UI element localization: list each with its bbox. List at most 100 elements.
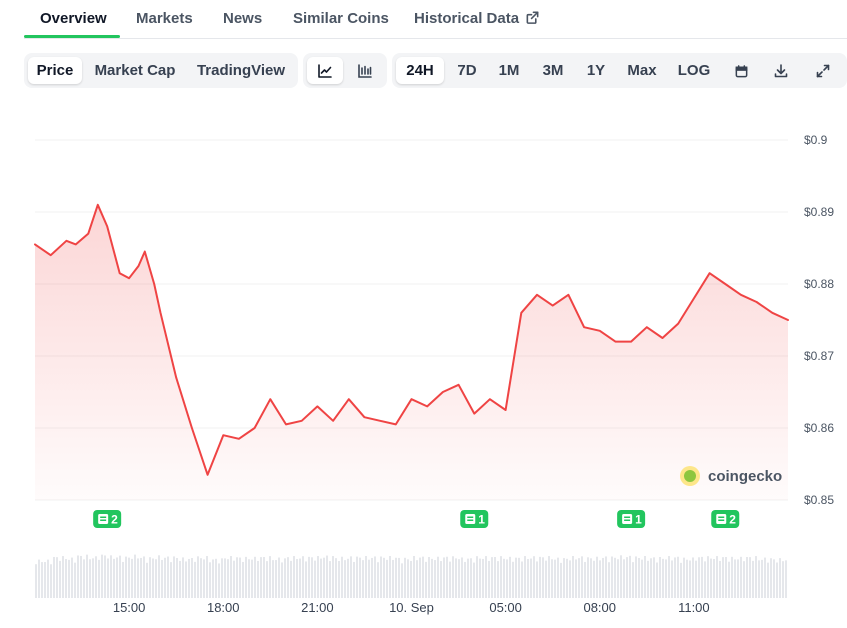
volume-bar	[353, 561, 355, 598]
date-range-button[interactable]	[725, 57, 757, 84]
volume-bar	[371, 557, 373, 598]
news-marker[interactable]: 1	[617, 510, 646, 528]
volume-bar	[200, 558, 202, 598]
fullscreen-button[interactable]	[807, 57, 839, 84]
volume-bar	[557, 557, 559, 598]
volume-bar	[110, 555, 112, 598]
volume-bar	[452, 556, 454, 598]
volume-bar	[323, 557, 325, 598]
chart-type-toggle: Price Market Cap TradingView	[24, 53, 298, 88]
volume-bar	[245, 556, 247, 598]
volume-bar	[662, 558, 664, 598]
range-max-button[interactable]: Max	[619, 57, 665, 84]
volume-bar	[686, 559, 688, 598]
range-24h-button[interactable]: 24H	[396, 57, 444, 84]
volume-bar	[284, 558, 286, 598]
volume-bar	[119, 555, 121, 598]
volume-bar	[131, 558, 133, 598]
line-chart-button[interactable]	[307, 57, 343, 84]
volume-bar	[104, 555, 106, 598]
volume-bar	[383, 557, 385, 598]
volume-bar	[197, 556, 199, 598]
range-3m-button[interactable]: 3M	[533, 57, 573, 84]
news-marker[interactable]: 2	[711, 510, 740, 528]
x-axis-tick-label: 08:00	[583, 600, 616, 615]
volume-bar	[377, 562, 379, 598]
volume-bar	[44, 562, 46, 598]
volume-bar	[632, 562, 634, 598]
volume-bar	[320, 558, 322, 598]
news-marker[interactable]: 2	[93, 510, 122, 528]
tab-similar-coins[interactable]: Similar Coins	[293, 10, 389, 27]
tab-overview[interactable]: Overview	[40, 10, 107, 27]
volume-bar	[545, 560, 547, 598]
volume-bar	[290, 560, 292, 598]
tab-historical-data[interactable]: Historical Data	[414, 10, 540, 27]
newspaper-icon	[622, 514, 633, 524]
volume-bar	[704, 561, 706, 598]
volume-bars	[35, 554, 787, 598]
download-button[interactable]	[765, 57, 797, 84]
tab-markets[interactable]: Markets	[136, 10, 193, 27]
market-cap-button[interactable]: Market Cap	[87, 57, 183, 84]
volume-bar	[161, 559, 163, 598]
volume-bar	[428, 557, 430, 598]
volume-bar	[485, 556, 487, 598]
volume-bar	[548, 556, 550, 598]
coingecko-watermark: coingecko	[680, 466, 782, 486]
tradingview-button[interactable]: TradingView	[190, 57, 292, 84]
volume-bar	[86, 554, 88, 598]
candlestick-button[interactable]	[347, 57, 383, 84]
volume-bar	[509, 556, 511, 598]
volume-bar	[746, 556, 748, 598]
volume-bar	[608, 562, 610, 598]
range-7d-button[interactable]: 7D	[449, 57, 485, 84]
volume-bar	[188, 558, 190, 598]
volume-bar	[293, 556, 295, 598]
volume-bar	[137, 558, 139, 598]
volume-bar	[311, 557, 313, 598]
volume-bar	[626, 557, 628, 598]
volume-bar	[677, 556, 679, 598]
volume-bar	[155, 559, 157, 598]
volume-bar	[470, 558, 472, 598]
volume-bar	[656, 562, 658, 598]
volume-bar	[263, 557, 265, 598]
volume-bar	[68, 559, 70, 598]
volume-bar	[164, 557, 166, 598]
volume-bar	[170, 562, 172, 598]
volume-bar	[434, 560, 436, 598]
volume-bar	[440, 561, 442, 598]
tab-historical-data-label: Historical Data	[414, 10, 520, 27]
range-1m-button[interactable]: 1M	[491, 57, 527, 84]
volume-bar	[227, 559, 229, 598]
volume-bar	[107, 558, 109, 598]
volume-bar	[56, 557, 58, 598]
volume-bar	[716, 556, 718, 598]
log-scale-button[interactable]: LOG	[671, 57, 717, 84]
volume-bar	[710, 558, 712, 598]
tab-news[interactable]: News	[223, 10, 262, 27]
volume-bar	[641, 559, 643, 598]
volume-bar	[209, 562, 211, 598]
volume-bar	[389, 556, 391, 598]
volume-bar	[260, 557, 262, 598]
volume-bar	[596, 556, 598, 598]
price-chart[interactable]: $0.9 $0.89 $0.88 $0.87 $0.86 $0.85 15:00 18:00…	[0, 100, 847, 628]
volume-bar	[176, 558, 178, 598]
volume-bar	[128, 557, 130, 598]
volume-bar	[614, 557, 616, 598]
volume-bar	[530, 558, 532, 598]
newspaper-icon-line	[718, 519, 725, 521]
volume-bar	[281, 562, 283, 598]
volume-bar	[647, 560, 649, 598]
news-marker[interactable]: 1	[460, 510, 489, 528]
volume-bar	[500, 556, 502, 598]
volume-bar	[269, 556, 271, 598]
volume-bar	[461, 557, 463, 598]
price-button[interactable]: Price	[28, 57, 82, 84]
range-1y-button[interactable]: 1Y	[579, 57, 613, 84]
newspaper-icon-line	[467, 516, 474, 518]
newspaper-icon-line	[624, 519, 631, 521]
y-axis-tick-label: $0.87	[804, 349, 834, 363]
